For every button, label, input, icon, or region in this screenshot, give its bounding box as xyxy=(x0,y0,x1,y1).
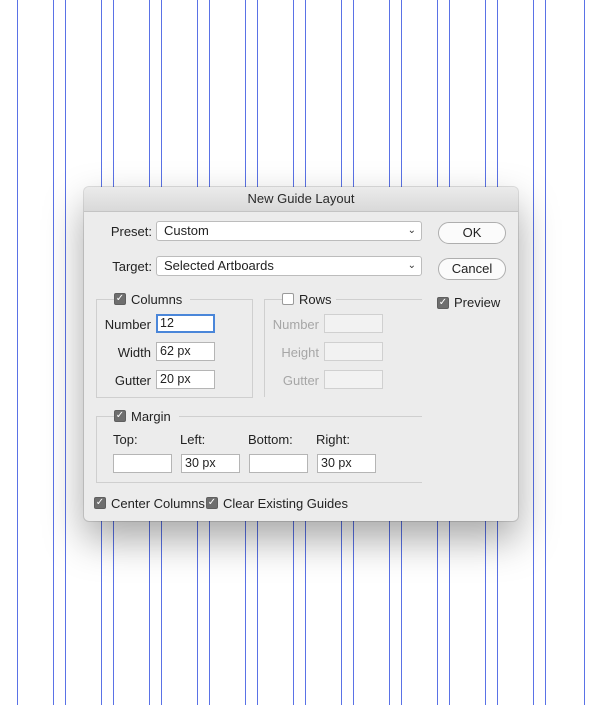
columns-group-border xyxy=(96,299,114,300)
rows-group-border xyxy=(264,299,282,300)
rows-number-label: Number xyxy=(272,317,319,332)
clear-existing-guides-label: Clear Existing Guides xyxy=(223,496,348,511)
rows-number-field[interactable] xyxy=(324,314,383,333)
margin-left-field[interactable]: 30 px xyxy=(181,454,240,473)
column-guide-line xyxy=(17,0,18,705)
margin-label: Margin xyxy=(131,409,171,424)
column-guide-line xyxy=(545,0,546,705)
columns-label: Columns xyxy=(131,292,183,307)
preset-value: Custom xyxy=(164,223,209,238)
columns-number-label: Number xyxy=(104,317,151,332)
columns-group-border xyxy=(190,299,252,300)
center-columns-label: Center Columns xyxy=(111,496,205,511)
rows-gutter-label: Gutter xyxy=(282,373,319,388)
rows-checkbox[interactable] xyxy=(282,293,294,305)
preview-checkbox[interactable]: ✓ xyxy=(437,297,449,309)
margin-left-label: Left: xyxy=(180,432,206,447)
rows-height-label: Height xyxy=(281,345,319,360)
column-guide-line xyxy=(533,0,534,705)
target-label: Target: xyxy=(112,259,152,274)
margin-checkbox[interactable]: ✓ xyxy=(114,410,126,422)
column-guide-line xyxy=(584,0,585,705)
columns-gutter-label: Gutter xyxy=(114,373,151,388)
dialog-title: New Guide Layout xyxy=(84,187,518,212)
rows-label: Rows xyxy=(299,292,332,307)
columns-group-border xyxy=(96,299,97,397)
margin-top-label: Top: xyxy=(113,432,138,447)
margin-bottom-label: Bottom: xyxy=(248,432,293,447)
target-value: Selected Artboards xyxy=(164,258,274,273)
columns-group-border xyxy=(252,299,253,397)
center-columns-checkbox[interactable]: ✓ xyxy=(94,497,106,509)
columns-checkbox[interactable]: ✓ xyxy=(114,293,126,305)
rows-gutter-field[interactable] xyxy=(324,370,383,389)
chevron-down-icon: ⌄ xyxy=(407,260,416,271)
margin-group-border xyxy=(96,416,114,417)
columns-gutter-field[interactable]: 20 px xyxy=(156,370,215,389)
columns-width-label: Width xyxy=(117,345,151,360)
target-select[interactable]: Selected Artboards ⌄ xyxy=(156,256,422,276)
margin-right-field[interactable]: 30 px xyxy=(317,454,376,473)
columns-group-border xyxy=(96,397,253,398)
cancel-button[interactable]: Cancel xyxy=(438,258,506,280)
rows-height-field[interactable] xyxy=(324,342,383,361)
rows-group-border xyxy=(336,299,422,300)
chevron-down-icon: ⌄ xyxy=(407,225,416,236)
new-guide-layout-dialog: New Guide Layout Preset: Custom ⌄ Target… xyxy=(84,187,518,521)
rows-group-border xyxy=(264,299,265,397)
margin-group-border xyxy=(96,416,97,482)
margin-bottom-field[interactable] xyxy=(249,454,308,473)
preset-select[interactable]: Custom ⌄ xyxy=(156,221,422,241)
preset-label: Preset: xyxy=(110,224,152,239)
ok-button[interactable]: OK xyxy=(438,222,506,244)
column-guide-line xyxy=(65,0,66,705)
columns-number-field[interactable]: 12 xyxy=(156,314,215,333)
margin-right-label: Right: xyxy=(316,432,350,447)
margin-group-border xyxy=(96,482,422,483)
columns-width-field[interactable]: 62 px xyxy=(156,342,215,361)
column-guide-line xyxy=(53,0,54,705)
margin-top-field[interactable] xyxy=(113,454,172,473)
margin-group-border xyxy=(179,416,422,417)
preview-label: Preview xyxy=(454,295,501,310)
clear-existing-guides-checkbox[interactable]: ✓ xyxy=(206,497,218,509)
